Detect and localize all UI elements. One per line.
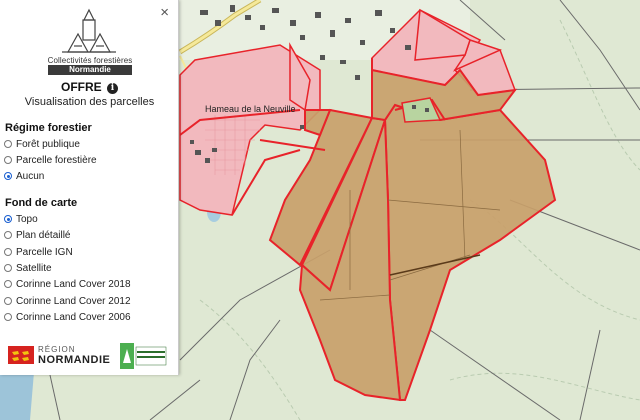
regime-section-title: Régime forestier	[5, 122, 92, 134]
basemap-option-topo[interactable]: Topo	[4, 212, 38, 226]
basemap-option-parcelle-ign[interactable]: Parcelle IGN	[4, 245, 73, 259]
basemap-section-title: Fond de carte	[5, 197, 78, 209]
option-label: Parcelle IGN	[16, 246, 73, 258]
info-icon[interactable]: i	[107, 83, 118, 94]
region-label-big: NORMANDIE	[38, 354, 111, 366]
offre-subtitle: Visualisation des parcelles	[24, 96, 155, 108]
radio-checked-icon[interactable]	[4, 215, 12, 223]
basemap-option-clc-2006[interactable]: Corinne Land Cover 2006	[4, 310, 131, 324]
option-label: Corinne Land Cover 2012	[16, 295, 131, 307]
option-label: Corinne Land Cover 2006	[16, 311, 131, 323]
radio-icon[interactable]	[4, 264, 12, 272]
basemap-option-clc-2018[interactable]: Corinne Land Cover 2018	[4, 277, 131, 291]
option-label: Parcelle forestière	[16, 154, 97, 166]
regime-option-parcelle-forestiere[interactable]: Parcelle forestière	[4, 153, 97, 167]
offre-label: OFFRE	[60, 80, 102, 94]
option-label: Forêt publique	[16, 138, 80, 150]
close-icon[interactable]: ×	[160, 4, 169, 22]
option-label: Aucun	[16, 170, 45, 182]
basemap-option-clc-2012[interactable]: Corinne Land Cover 2012	[4, 294, 131, 308]
radio-icon[interactable]	[4, 280, 12, 288]
option-label: Satellite	[16, 262, 52, 274]
radio-icon[interactable]	[4, 140, 12, 148]
option-label: Topo	[16, 213, 38, 225]
radio-icon[interactable]	[4, 248, 12, 256]
radio-icon[interactable]	[4, 313, 12, 321]
radio-icon[interactable]	[4, 297, 12, 305]
option-label: Corinne Land Cover 2018	[16, 278, 131, 290]
onf-logo	[120, 343, 167, 369]
basemap-option-plan-detaille[interactable]: Plan détaillé	[4, 228, 70, 242]
offre-title: OFFRE i	[0, 80, 179, 94]
radio-checked-icon[interactable]	[4, 172, 12, 180]
basemap-option-satellite[interactable]: Satellite	[4, 261, 52, 275]
radio-icon[interactable]	[4, 231, 12, 239]
option-label: Plan détaillé	[16, 229, 71, 241]
regime-option-foret-publique[interactable]: Forêt publique	[4, 137, 80, 151]
region-normandie-logo: RÉGION NORMANDIE	[8, 345, 111, 366]
place-label: Hameau de la Neuville	[205, 104, 296, 114]
side-panel: × Collectivités forestières Normandie OF…	[0, 0, 179, 375]
radio-icon[interactable]	[4, 156, 12, 164]
logo-text-collectivites: Collectivités forestières	[47, 56, 133, 65]
normandie-flag-icon	[8, 346, 34, 364]
logo-text-normandie: Normandie	[48, 65, 132, 75]
regime-option-aucun[interactable]: Aucun	[4, 169, 44, 183]
